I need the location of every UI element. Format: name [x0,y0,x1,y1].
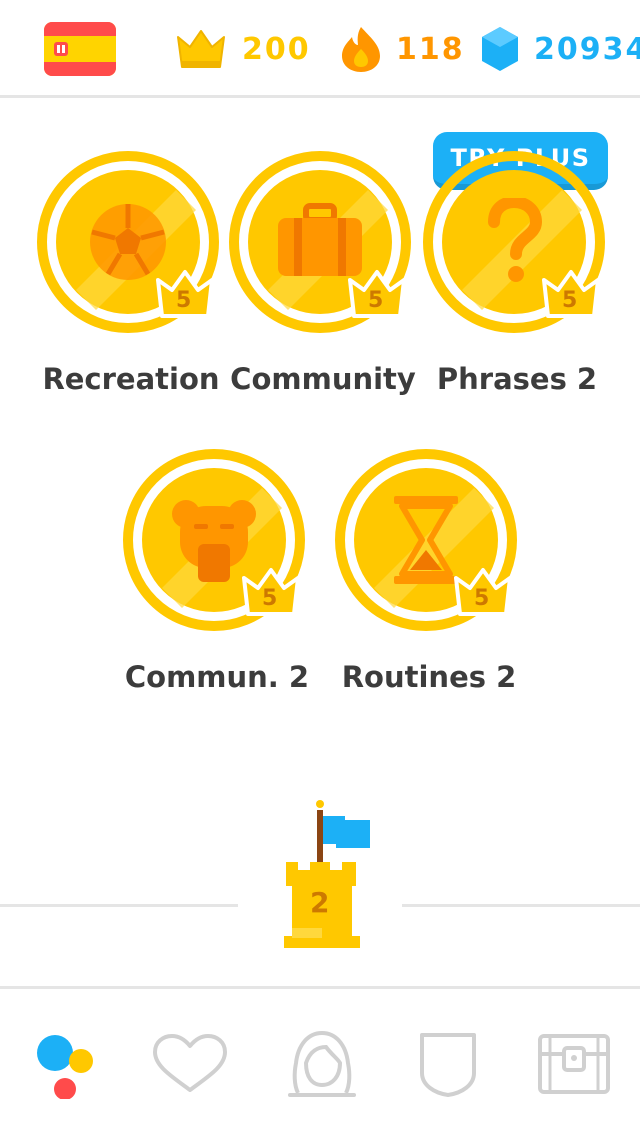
gems-count: 20934 [534,31,640,67]
nav-learn[interactable] [22,1029,102,1099]
heart-icon [153,1034,227,1092]
spain-flag-icon [44,22,116,76]
profile-icon [288,1030,356,1097]
nav-lists[interactable] [150,1029,230,1099]
crown-icon [177,30,225,68]
crowns-counter[interactable]: 200 [174,22,311,76]
learn-dots-icon [37,1035,93,1099]
checkpoint-divider-left [0,904,238,907]
gem-icon [482,27,518,71]
skill-level: 5 [176,288,192,313]
streak-count: 118 [396,31,465,67]
crowns-count: 200 [242,31,311,67]
skill-label: Routines 2 [341,660,517,694]
skill-level: 5 [262,586,278,611]
nav-shop[interactable] [534,1029,614,1099]
checkpoint-divider-right [402,904,640,907]
nav-leaderboards[interactable] [408,1029,488,1099]
streak-counter[interactable]: 118 [340,22,465,76]
checkpoint-castle-button[interactable]: 2 [276,796,376,948]
skill-level: 5 [474,586,490,611]
treasure-chest-icon [538,1034,610,1094]
question-mark-icon [488,198,543,282]
skill-label: Phrases 2 [436,362,598,396]
checkpoint-number: 2 [310,886,330,919]
bottom-navigation [0,986,640,1136]
shield-icon [420,1033,476,1097]
nav-profile[interactable] [282,1029,362,1099]
flame-icon [342,27,380,72]
castle-checkpoint-icon [284,800,370,948]
top-status-bar: 200 118 20934 [0,0,640,98]
course-flag-button[interactable] [44,22,116,76]
gems-counter[interactable]: 20934 [480,22,640,76]
skill-level: 5 [562,288,578,313]
skill-level: 5 [368,288,384,313]
